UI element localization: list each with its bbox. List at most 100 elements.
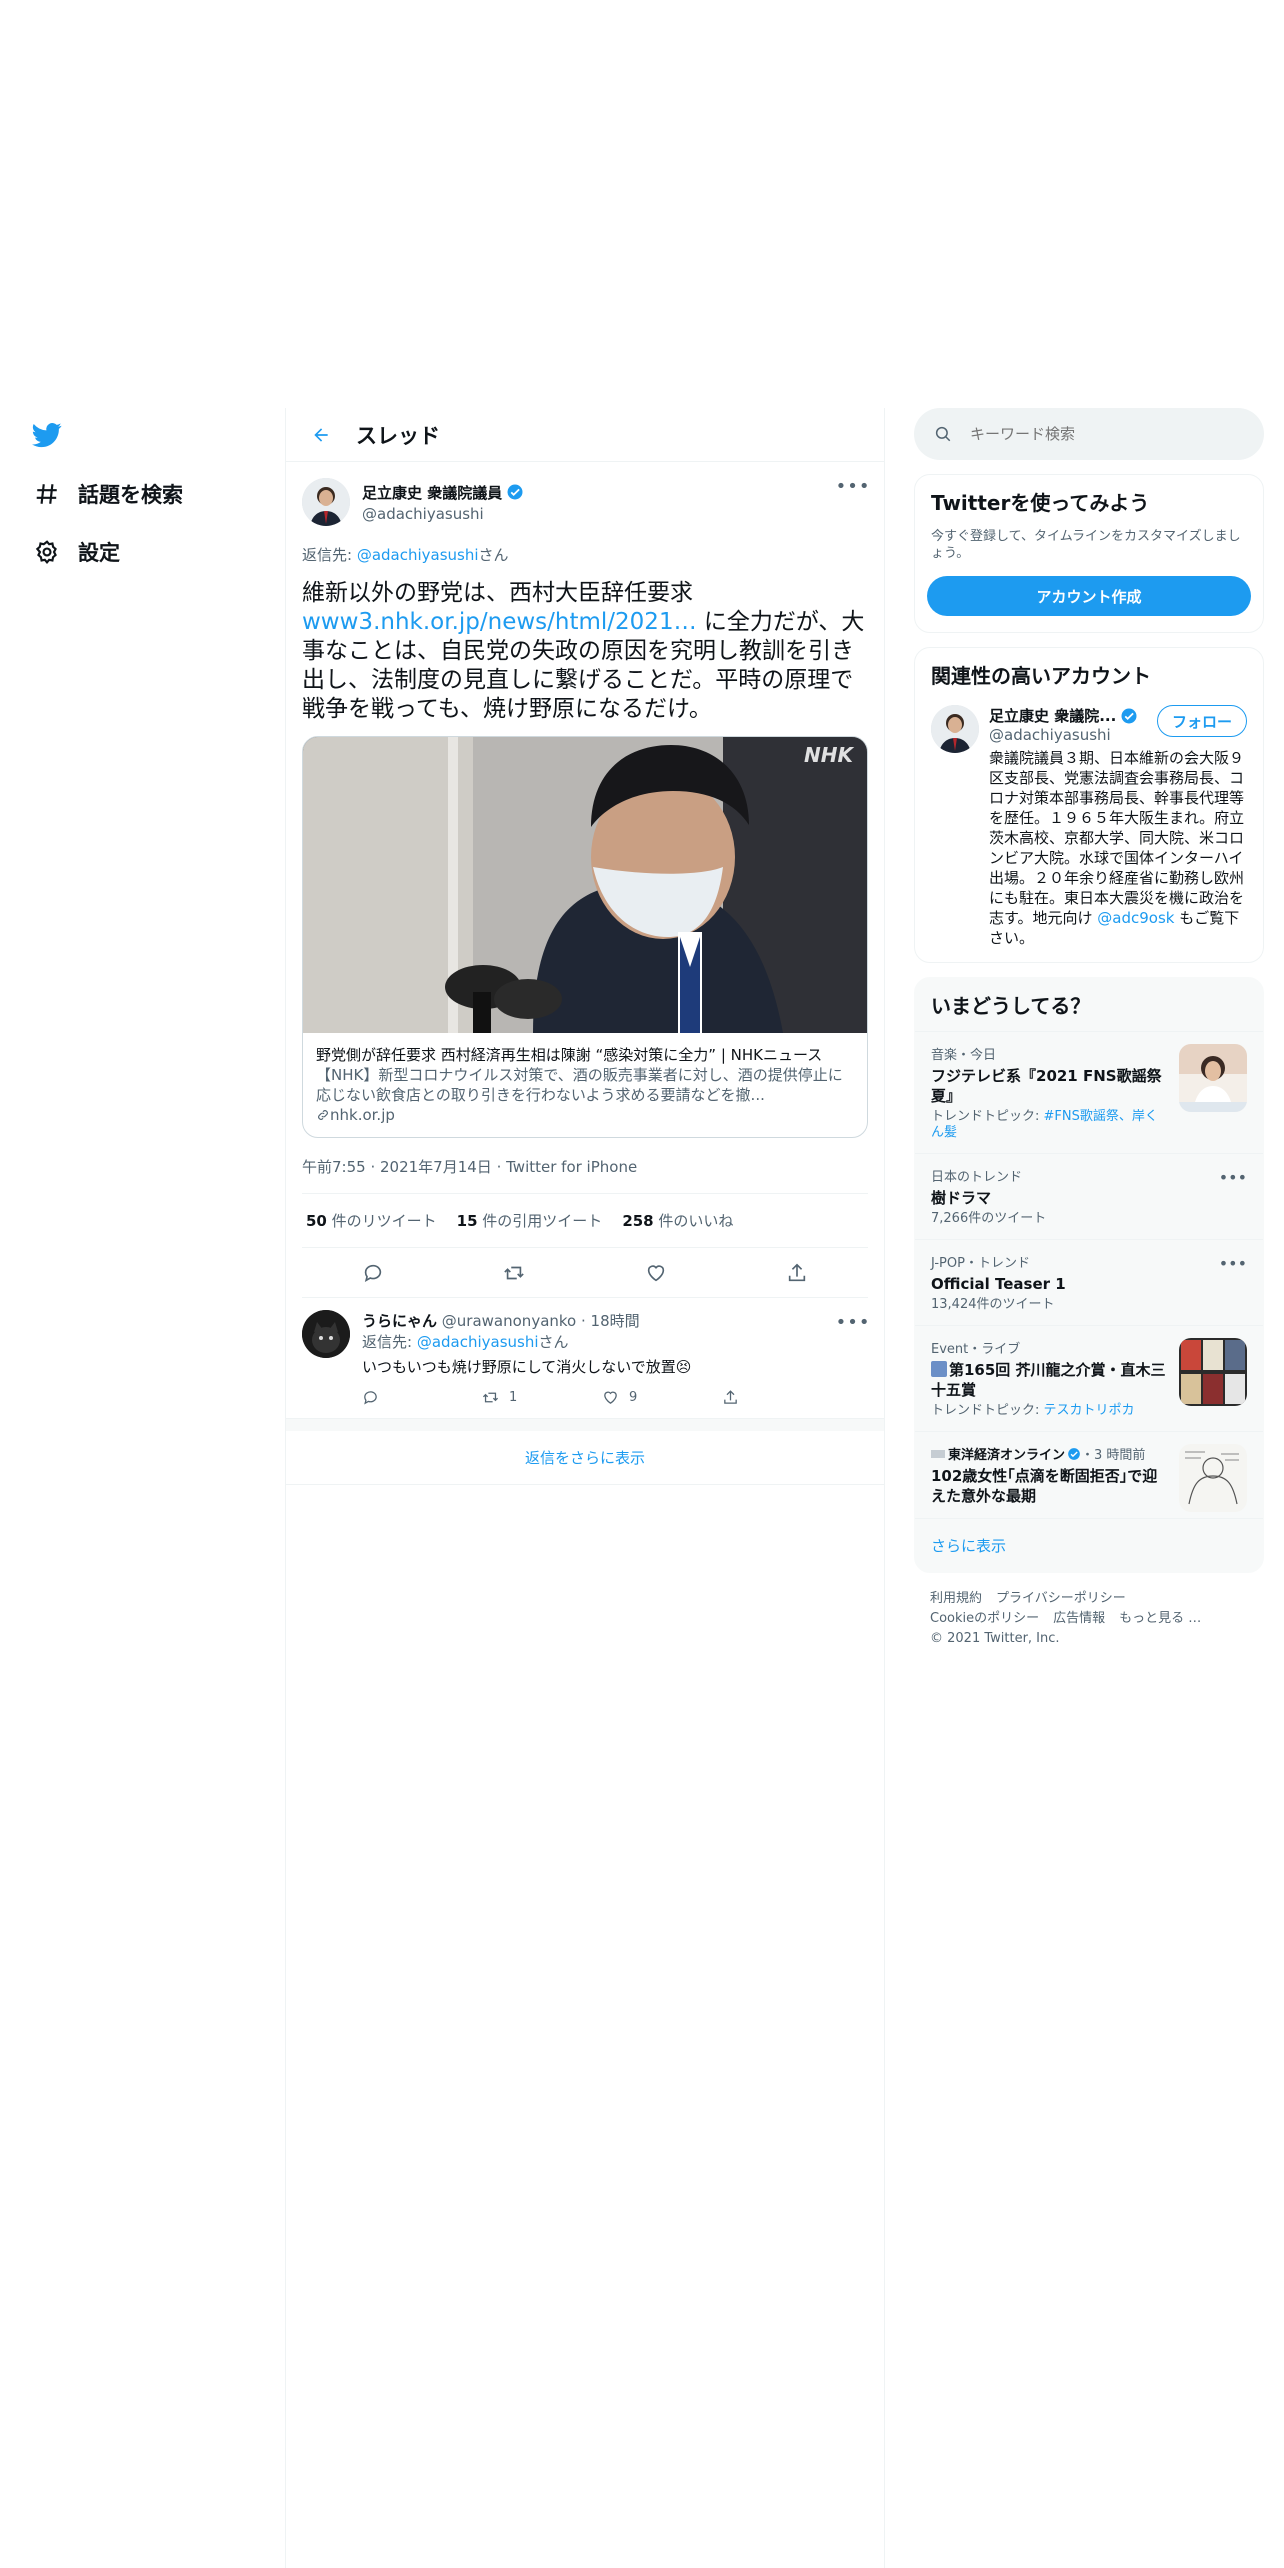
link-card-body: 野党側が辞任要求 西村経済再生相は陳謝 “感染対策に全力” | NHKニュース … bbox=[303, 1033, 867, 1137]
related-account[interactable]: 足立康史 衆議院... @adachiyasushi フォロー 衆議院議員３期、… bbox=[915, 701, 1263, 962]
reply-icon bbox=[364, 1391, 377, 1405]
heart-icon bbox=[604, 1391, 617, 1404]
retweets-label: 件のリツイート bbox=[326, 1212, 437, 1230]
tweet-time[interactable]: 午前7:55 bbox=[302, 1158, 366, 1176]
related-accounts-panel: 関連性の高いアカウント 足立康史 衆議院... @adachiyasushi フ… bbox=[914, 647, 1264, 963]
link-card-domain-text: nhk.or.jp bbox=[330, 1106, 395, 1124]
author-handle[interactable]: @adachiyasushi bbox=[362, 505, 524, 523]
reply-time[interactable]: 18時間 bbox=[591, 1312, 640, 1330]
retweet-icon bbox=[504, 1266, 525, 1279]
footer-ads-link[interactable]: 広告情報 bbox=[1053, 1611, 1105, 1626]
avatar[interactable] bbox=[302, 478, 350, 526]
trend-more-icon[interactable]: ••• bbox=[1219, 1254, 1247, 1273]
trend-source-time: ・3 時間前 bbox=[1081, 1448, 1146, 1463]
trend-item[interactable]: 音楽・今日 フジテレビ系『2021 FNS歌謡祭 夏』 トレンドトピック: #F… bbox=[915, 1031, 1263, 1153]
follow-button[interactable]: フォロー bbox=[1156, 705, 1247, 737]
trends-show-more[interactable]: さらに表示 bbox=[915, 1518, 1263, 1572]
show-more-replies-button[interactable]: 返信をさらに表示 bbox=[286, 1431, 884, 1485]
reply-share-button[interactable] bbox=[722, 1389, 782, 1406]
footer: 利用規約 プライバシーポリシー Cookieのポリシー 広告情報 もっと見る … © … bbox=[914, 1573, 1264, 1665]
trend-name-text: 第165回 芥川龍之介賞・直木三十五賞 bbox=[931, 1361, 1166, 1399]
trend-name: 樹ドラマ bbox=[931, 1189, 992, 1207]
section-divider bbox=[286, 1419, 884, 1431]
trend-topic-link[interactable]: テスカトリポカ bbox=[1044, 1403, 1135, 1418]
link-card-domain: nhk.or.jp bbox=[316, 1105, 854, 1125]
retweet-button[interactable] bbox=[497, 1256, 531, 1290]
reply-tweet[interactable]: うらにゃん @urawanonyanko · 18時間 返信先: @adachi… bbox=[286, 1298, 884, 1419]
arrow-left-icon bbox=[314, 427, 328, 442]
trend-item[interactable]: 東洋経済オンライン ・3 時間前 102歳女性｢点滴を断固拒否｣で迎えた意外な最期 bbox=[915, 1431, 1263, 1518]
trend-category: 音楽・今日 bbox=[931, 1048, 997, 1063]
trend-count: 13,424件のツイート bbox=[931, 1297, 1055, 1312]
related-bio-text: 衆議院議員３期、日本維新の会大阪９区支部長、党憲法調査会事務局長、コロナ対策本部… bbox=[989, 749, 1245, 927]
like-button[interactable] bbox=[639, 1256, 673, 1290]
reply-to-line: 返信先: @adachiyasushiさん bbox=[302, 544, 868, 565]
related-name[interactable]: 足立康史 衆議院... bbox=[989, 705, 1116, 726]
trend-topic: トレンドトピック: #FNS歌謡祭、岸くん髪 bbox=[931, 1109, 1167, 1141]
hashtag-icon bbox=[30, 477, 64, 511]
reply-reply-button[interactable] bbox=[362, 1389, 422, 1406]
likes-stat[interactable]: 258 件のいいね bbox=[622, 1210, 733, 1231]
share-button[interactable] bbox=[780, 1256, 814, 1290]
trend-category: 日本のトレンド bbox=[931, 1170, 1023, 1185]
trend-thumbnail bbox=[1179, 1338, 1247, 1406]
related-title: 関連性の高いアカウント bbox=[931, 664, 1151, 688]
reply-more-options-icon[interactable]: ••• bbox=[836, 1310, 870, 1334]
trend-category: Event・ライブ bbox=[931, 1342, 1021, 1357]
more-options-icon[interactable]: ••• bbox=[836, 474, 870, 498]
create-account-button[interactable]: アカウント作成 bbox=[927, 576, 1251, 616]
reply-author-handle[interactable]: @urawanonyanko bbox=[442, 1312, 576, 1330]
footer-terms-link[interactable]: 利用規約 bbox=[930, 1591, 982, 1606]
quotes-stat[interactable]: 15 件の引用ツイート bbox=[457, 1210, 603, 1231]
link-icon bbox=[318, 1110, 328, 1120]
tweet-date[interactable]: 2021年7月14日 bbox=[380, 1158, 492, 1176]
reply-retweet-button[interactable]: 1 bbox=[482, 1389, 542, 1406]
nhk-watermark: NHK bbox=[804, 743, 853, 767]
reply-header: うらにゃん @urawanonyanko · 18時間 bbox=[362, 1312, 640, 1330]
trend-topic-prefix: トレンドトピック: bbox=[931, 1403, 1044, 1418]
tweet-stats: 50 件のリツイート 15 件の引用ツイート 258 件のいいね bbox=[302, 1194, 868, 1248]
trends-panel: いまどうしてる？ 音楽・今日 フジテレビ系『2021 FNS歌謡祭 夏』 トレン… bbox=[914, 977, 1264, 1573]
trend-item[interactable]: 日本のトレンド 樹ドラマ 7,266件のツイート ••• bbox=[915, 1153, 1263, 1239]
trend-topic-prefix: トレンドトピック: bbox=[931, 1109, 1044, 1124]
trend-item[interactable]: J-POP・トレンド Official Teaser 1 13,424件のツイー… bbox=[915, 1239, 1263, 1325]
tweet-source[interactable]: Twitter for iPhone bbox=[506, 1158, 637, 1176]
related-bio: 衆議院議員３期、日本維新の会大阪９区支部長、党憲法調査会事務局長、コロナ対策本部… bbox=[989, 748, 1247, 948]
footer-cookies-link[interactable]: Cookieのポリシー bbox=[930, 1611, 1039, 1626]
tweet-author[interactable]: 足立康史 衆議院議員 @adachiyasushi bbox=[302, 474, 868, 530]
page-title: スレッド bbox=[356, 423, 440, 448]
retweets-stat[interactable]: 50 件のリツイート bbox=[306, 1210, 437, 1231]
related-avatar[interactable] bbox=[931, 705, 979, 753]
related-handle[interactable]: @adachiyasushi bbox=[989, 726, 1138, 744]
signup-title: Twitterを使ってみよう bbox=[931, 491, 1150, 515]
share-icon bbox=[789, 1263, 806, 1281]
signup-subtitle: 今すぐ登録して、タイムラインをカスタマイズしましょう。 bbox=[931, 529, 1241, 561]
link-card[interactable]: NHK 野党側が辞任要求 西村経済再生相は陳謝 “感染対策に全力” | NHKニ… bbox=[302, 736, 868, 1138]
reply-to-link[interactable]: @adachiyasushi bbox=[357, 546, 479, 564]
gear-icon bbox=[30, 535, 64, 569]
tweet-link[interactable]: www3.nhk.or.jp/news/html/2021… bbox=[302, 609, 697, 635]
footer-privacy-link[interactable]: プライバシーポリシー bbox=[996, 1591, 1126, 1606]
verified-badge-icon bbox=[1121, 708, 1137, 723]
trend-source-name: 東洋経済オンライン bbox=[948, 1448, 1066, 1463]
retweets-count: 50 bbox=[306, 1212, 327, 1230]
nav-explore-label: 話題を検索 bbox=[78, 483, 183, 507]
search-box[interactable] bbox=[914, 408, 1264, 460]
twitter-logo-icon[interactable] bbox=[30, 420, 64, 450]
search-input[interactable] bbox=[970, 425, 1230, 443]
tweet-meta: 午前7:55 · 2021年7月14日 · Twitter for iPhone bbox=[302, 1138, 868, 1194]
trend-more-icon[interactable]: ••• bbox=[1219, 1168, 1247, 1187]
trend-item[interactable]: Event・ライブ 第165回 芥川龍之介賞・直木三十五賞 トレンドトピック: … bbox=[915, 1325, 1263, 1431]
author-name[interactable]: 足立康史 衆議院議員 bbox=[362, 482, 502, 503]
reply-like-button[interactable]: 9 bbox=[602, 1389, 662, 1406]
reply-to-suffix: さん bbox=[478, 546, 509, 564]
nav-explore[interactable]: 話題を検索 bbox=[30, 474, 183, 514]
reply-author-name[interactable]: うらにゃん bbox=[362, 1312, 437, 1330]
related-bio-link[interactable]: @adc9osk bbox=[1097, 909, 1174, 927]
back-button[interactable] bbox=[304, 418, 338, 452]
footer-more-link[interactable]: もっと見る … bbox=[1119, 1611, 1201, 1626]
reply-to-link[interactable]: @adachiyasushi bbox=[417, 1333, 539, 1351]
reply-button[interactable] bbox=[356, 1256, 390, 1290]
reply-avatar[interactable] bbox=[302, 1310, 350, 1358]
nav-settings[interactable]: 設定 bbox=[30, 532, 120, 572]
